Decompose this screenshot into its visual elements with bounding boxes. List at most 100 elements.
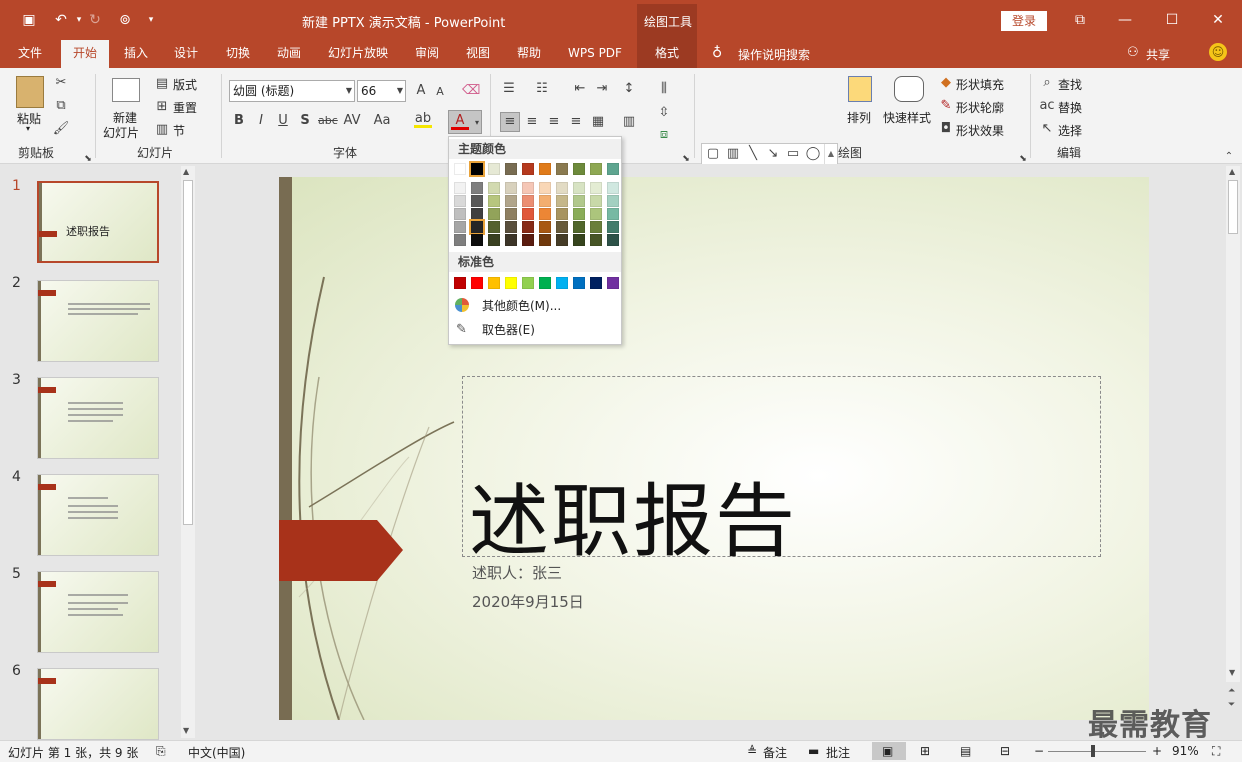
slide-sorter-icon[interactable]: ⊞ [920,744,930,758]
close-icon[interactable]: ✕ [1206,10,1230,30]
present-icon[interactable]: ⊚ [114,10,136,30]
slide-subtitle[interactable]: 述职人：张三 [472,562,562,583]
color-swatch[interactable] [539,195,551,207]
color-swatch[interactable] [488,163,500,175]
tab-view[interactable]: 视图 [456,40,500,68]
color-swatch[interactable] [590,208,602,220]
color-swatch[interactable] [590,221,602,233]
bullets-icon[interactable]: ☰ [500,80,518,98]
copy-icon[interactable]: ⧉ [52,97,70,115]
paste-icon[interactable] [16,76,44,108]
tab-transitions[interactable]: 切换 [216,40,260,68]
decrease-indent-icon[interactable]: ⇤ [571,80,589,98]
color-swatch[interactable] [607,221,619,233]
distributed-icon[interactable]: ▦ [589,113,607,131]
smartart-icon[interactable]: ⧈ [655,126,673,144]
slide-thumbnail[interactable] [37,571,159,653]
color-swatch[interactable] [488,208,500,220]
select-button[interactable]: 选择 [1058,122,1082,139]
slideshow-view-icon[interactable]: ⊟ [1000,744,1010,758]
color-swatch[interactable] [522,182,534,194]
redo-icon[interactable]: ↻ [84,10,106,30]
color-swatch[interactable] [471,277,483,289]
tab-animations[interactable]: 动画 [267,40,311,68]
color-swatch[interactable] [556,221,568,233]
color-swatch[interactable] [607,195,619,207]
notes-button[interactable]: 备注 [763,744,787,761]
color-swatch[interactable] [471,234,483,246]
color-swatch[interactable] [556,163,568,175]
color-swatch[interactable] [505,234,517,246]
color-swatch[interactable] [505,182,517,194]
color-swatch[interactable] [522,277,534,289]
scroll-down-icon[interactable]: ▼ [183,726,189,735]
slide-thumbnail[interactable] [37,377,159,459]
change-case-icon[interactable]: Aa [373,112,391,130]
replace-button[interactable]: 替换 [1058,99,1082,116]
color-swatch[interactable] [454,182,466,194]
color-swatch[interactable] [539,163,551,175]
color-swatch[interactable] [573,234,585,246]
shadow-icon[interactable]: S [296,112,314,130]
strikethrough-icon[interactable]: abc [318,112,338,130]
color-swatch[interactable] [573,221,585,233]
font-size-combo[interactable]: 66 ▼ [357,80,406,102]
color-swatch[interactable] [469,161,485,177]
color-swatch[interactable] [471,195,483,207]
color-swatch[interactable] [590,182,602,194]
color-swatch[interactable] [590,234,602,246]
arrow-line-shape-icon[interactable]: ↘ [764,145,782,163]
color-swatch[interactable] [522,195,534,207]
color-swatch[interactable] [573,195,585,207]
scroll-down-icon[interactable]: ▼ [1229,668,1235,677]
new-slide-label-2[interactable]: 幻灯片 [103,124,139,141]
text-direction-icon[interactable]: ⫼ [655,80,673,98]
fit-to-window-icon[interactable]: ⛶ [1212,744,1220,759]
align-right-icon[interactable]: ≡ [545,113,563,131]
color-swatch[interactable] [556,234,568,246]
slide-thumbnail[interactable] [37,280,159,362]
customize-qat-icon[interactable]: ▾ [140,10,162,30]
italic-icon[interactable]: I [252,112,270,130]
more-colors-item[interactable]: 其他颜色(M)... [449,294,621,318]
color-swatch[interactable] [607,208,619,220]
color-swatch[interactable] [454,277,466,289]
reset-button[interactable]: 重置 [173,99,197,116]
color-swatch[interactable] [488,234,500,246]
color-swatch[interactable] [505,195,517,207]
login-button[interactable]: 登录 [1001,11,1047,31]
color-swatch[interactable] [573,163,585,175]
color-swatch[interactable] [556,208,568,220]
color-swatch[interactable] [505,163,517,175]
columns-icon[interactable]: ▥ [620,113,638,131]
minimize-icon[interactable]: — [1113,10,1137,30]
format-painter-icon[interactable]: 🖌 [52,120,70,138]
rectangle-shape-icon[interactable]: ▭ [784,145,802,163]
slide-thumbnail[interactable] [37,668,159,740]
arrange-button[interactable]: 排列 [847,109,871,126]
color-swatch[interactable] [454,163,466,175]
color-swatch[interactable] [522,221,534,233]
color-swatch[interactable] [471,208,483,220]
color-swatch[interactable] [488,182,500,194]
thumbnail-scrollbar[interactable]: ▲ ▼ [181,166,195,738]
underline-icon[interactable]: U [274,112,292,130]
highlight-icon[interactable]: ab [414,110,432,128]
tab-home[interactable]: 开始 [61,40,109,68]
section-button[interactable]: 节 [173,122,185,139]
color-swatch[interactable] [556,182,568,194]
find-button[interactable]: 查找 [1058,76,1082,93]
comments-button[interactable]: 批注 [826,744,850,761]
color-swatch[interactable] [556,195,568,207]
textbox-shape-icon[interactable]: ▢ [704,145,722,163]
tab-format[interactable]: 格式 [637,40,697,68]
color-swatch[interactable] [488,221,500,233]
shape-effects-button[interactable]: 形状效果 [956,122,1004,139]
color-swatch[interactable] [454,195,466,207]
tab-file[interactable]: 文件 [8,40,52,68]
line-spacing-icon[interactable]: ↕ [620,80,638,98]
decrease-font-icon[interactable]: A [431,83,449,101]
color-swatch[interactable] [488,277,500,289]
smiley-feedback-icon[interactable]: ☺ [1209,43,1227,61]
slide-date[interactable]: 2020年9月15日 [472,591,584,612]
